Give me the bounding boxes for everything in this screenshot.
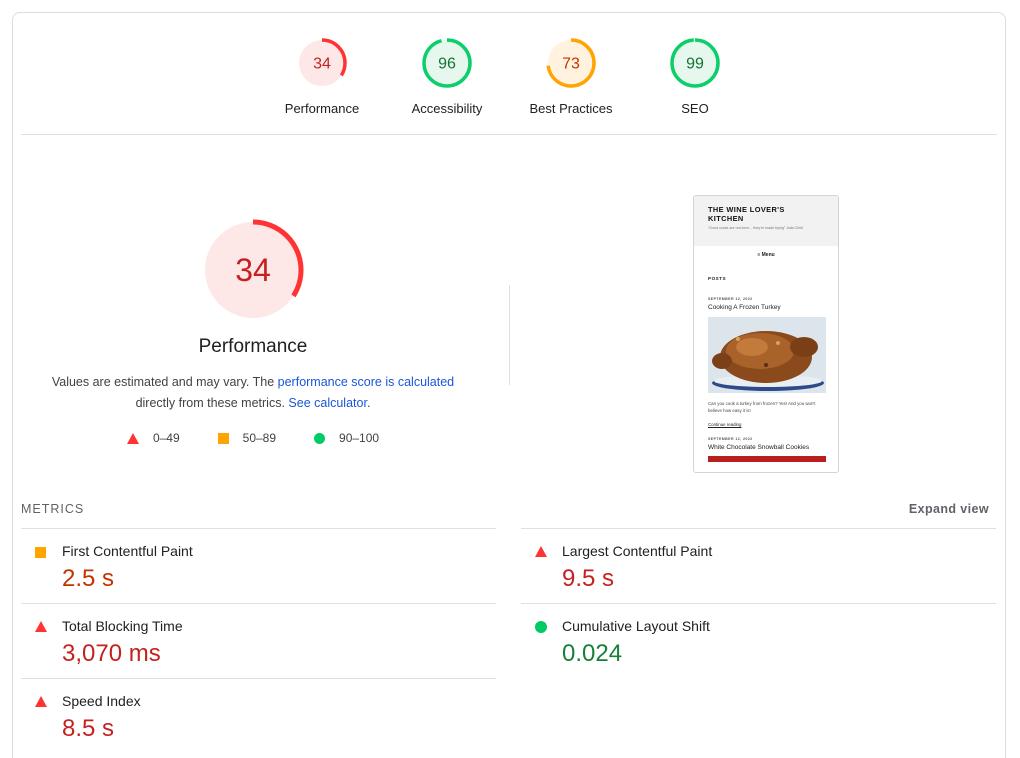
gauge-seo-ring: 99: [670, 38, 720, 88]
metric-value: 3,070 ms: [62, 640, 161, 667]
gauge-performance[interactable]: 34 Performance: [262, 37, 382, 116]
score-legend: 0–49 50–89 90–100: [43, 431, 463, 445]
turkey-image: [708, 317, 826, 393]
site-title: THE WINE LOVER'S KITCHEN: [708, 205, 828, 223]
post1-title: Cooking A Frozen Turkey: [708, 304, 781, 311]
turkey-illustration: [708, 317, 826, 393]
section-divider: [21, 134, 997, 135]
performance-summary: 34 Performance Values are estimated and …: [43, 218, 463, 445]
posts-label: POSTS: [708, 276, 727, 281]
post1-excerpt: Can you cook a turkey from frozen? Yes! …: [708, 401, 816, 413]
metric-name: Total Blocking Time: [62, 618, 183, 634]
screenshot-header: THE WINE LOVER'S KITCHEN "Good cooks are …: [694, 196, 838, 246]
legend-fail-range: 0–49: [152, 431, 180, 445]
score-gauges: 34 Performance 96 Accessibility 73 Best …: [13, 13, 1005, 137]
metric-name: Largest Contentful Paint: [562, 543, 713, 559]
square-icon: [217, 432, 229, 444]
metric-cumulative-layout-shift: Cumulative Layout Shift 0.024: [521, 603, 996, 678]
post2-image: [708, 456, 826, 462]
metrics-left-column: First Contentful Paint 2.5 s Total Block…: [21, 528, 496, 753]
metric-value: 9.5 s: [562, 565, 615, 592]
legend-average: 50–89: [217, 431, 277, 445]
metric-first-contentful-paint: First Contentful Paint 2.5 s: [21, 528, 496, 603]
continue-reading-link: Continue reading: [708, 422, 742, 427]
gauge-accessibility-label: Accessibility: [411, 101, 483, 116]
gauge-performance-ring: 34: [297, 38, 347, 88]
site-title-line2: KITCHEN: [708, 214, 744, 223]
circle-icon: [314, 432, 326, 444]
gauge-best-practices-label: Best Practices: [529, 101, 613, 116]
metric-largest-contentful-paint: Largest Contentful Paint 9.5 s: [521, 528, 996, 603]
post2-date: SEPTEMBER 12, 2022: [708, 437, 753, 441]
performance-score: 34: [235, 252, 271, 288]
site-tagline: "Good cooks are not born… they're made t…: [708, 226, 803, 230]
gauge-performance-score: 34: [313, 56, 331, 73]
screenshot-body: POSTS SEPTEMBER 12, 2022 Cooking A Froze…: [694, 276, 838, 462]
site-menu: ≡ Menu: [757, 252, 775, 258]
metric-value: 8.5 s: [62, 715, 115, 742]
desc-text: Values are estimated and may vary. The: [51, 375, 278, 389]
gauge-performance-label: Performance: [284, 101, 360, 116]
metric-name: Speed Index: [62, 693, 141, 709]
fail-triangle-icon: [535, 546, 547, 557]
metrics-right-column: Largest Contentful Paint 9.5 s Cumulativ…: [521, 528, 996, 678]
metric-speed-index: Speed Index 8.5 s: [21, 678, 496, 753]
performance-gauge: 34: [202, 219, 304, 321]
score-calculated-link[interactable]: performance score is calculated: [278, 375, 454, 389]
gauge-best-practices-ring: 73: [546, 38, 596, 88]
gauge-seo-score: 99: [686, 56, 704, 73]
triangle-icon: [126, 432, 139, 444]
vertical-divider: [509, 285, 510, 385]
fail-triangle-icon: [35, 696, 47, 707]
performance-title: Performance: [198, 336, 308, 357]
metric-value: 2.5 s: [62, 565, 115, 592]
gauge-accessibility[interactable]: 96 Accessibility: [387, 37, 507, 116]
expand-view-button[interactable]: Expand view: [909, 502, 989, 516]
fail-triangle-icon: [35, 621, 47, 632]
performance-description: Values are estimated and may vary. The p…: [43, 372, 463, 414]
gauge-best-practices-score: 73: [562, 56, 580, 73]
metric-value: 0.024: [562, 640, 623, 667]
metric-name: First Contentful Paint: [62, 543, 193, 559]
post2-title: White Chocolate Snowball Cookies: [708, 444, 810, 451]
metric-name: Cumulative Layout Shift: [562, 618, 710, 634]
site-title-line1: THE WINE LOVER'S: [708, 205, 785, 214]
desc-text-2: directly from these metrics.: [135, 396, 289, 410]
average-square-icon: [35, 547, 46, 558]
see-calculator-link[interactable]: See calculator: [288, 396, 367, 410]
gauge-accessibility-score: 96: [438, 56, 456, 73]
post1-date: SEPTEMBER 12, 2022: [708, 297, 753, 301]
legend-pass: 90–100: [314, 431, 379, 445]
gauge-seo-label: SEO: [681, 101, 709, 116]
gauge-best-practices[interactable]: 73 Best Practices: [511, 37, 631, 116]
gauge-accessibility-ring: 96: [422, 38, 472, 88]
desc-suffix: .: [366, 396, 371, 410]
gauge-seo[interactable]: 99 SEO: [635, 37, 755, 116]
metrics-heading: METRICS: [21, 502, 85, 516]
legend-fail: 0–49: [126, 431, 180, 445]
final-screenshot[interactable]: THE WINE LOVER'S KITCHEN "Good cooks are …: [693, 195, 839, 473]
legend-average-range: 50–89: [242, 431, 277, 445]
report-card: 34 Performance 96 Accessibility 73 Best …: [12, 12, 1006, 758]
legend-pass-range: 90–100: [339, 431, 380, 445]
metric-total-blocking-time: Total Blocking Time 3,070 ms: [21, 603, 496, 678]
pass-circle-icon: [535, 621, 547, 633]
